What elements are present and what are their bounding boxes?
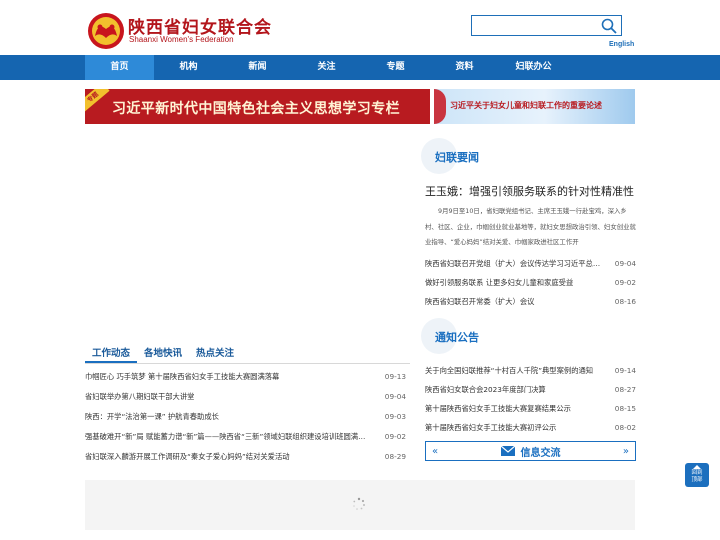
banner-swoosh — [434, 89, 446, 124]
news-item-title: 做好引领服务联系 让更多妇女儿童和家庭受益 — [425, 278, 574, 287]
notice-item[interactable]: 陕西省妇女联合会2023年度部门决算 08-27 — [425, 385, 636, 401]
banner-right-text: 习近平关于妇女儿童和妇联工作的重要论述 — [450, 101, 602, 110]
list-item-title: 强基破难开“新”局 赋能蓄力谱“新”篇——陕西省“三新”领域妇联组织建设培训班圆… — [85, 432, 370, 441]
next-arrow-icon[interactable]: » — [623, 446, 629, 457]
notice-item[interactable]: 第十届陕西省妇女手工技能大赛初评公示 08-02 — [425, 423, 636, 439]
news-item[interactable]: 陕西省妇联召开常委（扩大）会议 08-16 — [425, 297, 636, 313]
notice-item-date: 08-27 — [614, 385, 636, 394]
news-item-title: 陕西省妇联召开党组（扩大）会议传达学习习近平总书记 — [425, 259, 602, 268]
list-item[interactable]: 陕西：开学“法治第一课” 护航青春助成长 09-03 — [85, 412, 406, 428]
list-item[interactable]: 省妇联举办第八期妇联干部大讲堂 09-04 — [85, 392, 406, 408]
news-item[interactable]: 做好引领服务联系 让更多妇女儿童和家庭受益 09-02 — [425, 278, 636, 294]
list-item-date: 09-04 — [384, 392, 406, 401]
back-to-top-line2: 顶部 — [691, 477, 703, 483]
news-item-date: 08-16 — [614, 297, 636, 306]
xi-thought-banner[interactable]: 专题 习近平新时代中国特色社会主义思想学习专栏 — [85, 89, 430, 124]
english-link[interactable]: English — [609, 41, 634, 48]
list-item-title: 省妇联举办第八期妇联干部大讲堂 — [85, 392, 195, 401]
list-item-date: 09-13 — [384, 372, 406, 381]
news-item[interactable]: 陕西省妇联召开党组（扩大）会议传达学习习近平总书记 09-04 — [425, 259, 636, 275]
back-to-top-label: 回到 顶部 — [685, 470, 709, 484]
news-headline[interactable]: 王玉娥：增强引领服务联系的针对性精准性 — [425, 183, 636, 199]
notice-item-title: 关于向全国妇联推荐“十村百人千院”典型案例的通知 — [425, 366, 594, 375]
notice-item[interactable]: 关于向全国妇联推荐“十村百人千院”典型案例的通知 09-14 — [425, 366, 636, 382]
nav-item-office[interactable]: 妇联办公 — [499, 55, 568, 80]
notice-item-date: 09-14 — [614, 366, 636, 375]
news-item-date: 09-04 — [614, 259, 636, 268]
news-summary: 9月9日至10日，省妇联党组书记、主席王玉娥一行赴宝鸡，深入乡村、社区、企业，巾… — [425, 207, 636, 246]
notice-item-title: 陕西省妇女联合会2023年度部门决算 — [425, 385, 546, 394]
banner-left-text: 习近平新时代中国特色社会主义思想学习专栏 — [112, 101, 400, 117]
search-box — [471, 15, 622, 38]
back-to-top-line1: 回到 — [691, 470, 703, 476]
envelope-icon — [500, 446, 515, 456]
brand-name-english: Shaanxi Women's Federation — [129, 35, 234, 44]
nav-item-organization[interactable]: 机构 — [154, 55, 223, 80]
list-item-date: 08-29 — [384, 452, 406, 461]
news-item-title: 陕西省妇联召开常委（扩大）会议 — [425, 297, 535, 306]
notices-title: 通知公告 — [435, 331, 479, 344]
tab-local-news[interactable]: 各地快讯 — [137, 344, 189, 363]
prev-arrow-icon[interactable]: « — [432, 446, 438, 457]
federation-news-title: 妇联要闻 — [435, 151, 479, 164]
tab-work-updates[interactable]: 工作动态 — [85, 344, 138, 363]
list-item-title: 陕西：开学“法治第一课” 护航青春助成长 — [85, 412, 219, 421]
federation-logo-icon[interactable] — [86, 12, 126, 50]
info-exchange-button[interactable]: 信息交流 — [500, 444, 561, 459]
banner-tag: 专题 — [85, 89, 110, 113]
notice-item-date: 08-15 — [614, 404, 636, 413]
list-item-title: 巾帼匠心 巧手筑梦 第十届陕西省妇女手工技能大赛圆满落幕 — [85, 372, 280, 381]
women-children-banner[interactable]: 习近平关于妇女儿童和妇联工作的重要论述 — [434, 89, 635, 124]
nav-item-home[interactable]: 首页 — [85, 55, 154, 80]
list-item-date: 09-02 — [384, 432, 406, 441]
info-exchange-bar: « 信息交流 » — [425, 441, 636, 461]
list-item-title: 省妇联深入麟游开展工作调研及“秦女子爱心妈妈”结对关爱活动 — [85, 452, 290, 461]
federation-news-heading: 妇联要闻 — [421, 138, 636, 174]
list-item-date: 09-03 — [384, 412, 406, 421]
list-item[interactable]: 巾帼匠心 巧手筑梦 第十届陕西省妇女手工技能大赛圆满落幕 09-13 — [85, 372, 406, 388]
list-item[interactable]: 强基破难开“新”局 赋能蓄力谱“新”篇——陕西省“三新”领域妇联组织建设培训班圆… — [85, 432, 406, 448]
tab-hot-topics[interactable]: 热点关注 — [189, 344, 241, 363]
loading-spinner-icon — [353, 497, 365, 510]
nav-item-focus[interactable]: 关注 — [292, 55, 361, 80]
search-icon[interactable] — [601, 18, 617, 34]
back-to-top-button[interactable]: 回到 顶部 — [685, 463, 709, 487]
work-tabs: 工作动态 各地快讯 热点关注 — [85, 344, 410, 364]
page: 陕西省妇女联合会 Shaanxi Women's Federation Engl… — [0, 0, 720, 540]
main-nav: 首页 机构 新闻 关注 专题 资料 妇联办公 — [0, 55, 720, 80]
notice-item-date: 08-02 — [614, 423, 636, 432]
list-item[interactable]: 省妇联深入麟游开展工作调研及“秦女子爱心妈妈”结对关爱活动 08-29 — [85, 452, 406, 468]
notice-item-title: 第十届陕西省妇女手工技能大赛复赛结果公示 — [425, 404, 571, 413]
nav-item-news[interactable]: 新闻 — [223, 55, 292, 80]
up-arrow-icon — [693, 465, 701, 469]
notices-heading: 通知公告 — [421, 318, 636, 354]
info-exchange-label: 信息交流 — [520, 447, 561, 459]
nav-item-topics[interactable]: 专题 — [361, 55, 430, 80]
notice-item-title: 第十届陕西省妇女手工技能大赛初评公示 — [425, 423, 557, 432]
news-item-date: 09-02 — [614, 278, 636, 287]
search-input[interactable] — [472, 18, 597, 38]
nav-item-resources[interactable]: 资料 — [430, 55, 499, 80]
notice-item[interactable]: 第十届陕西省妇女手工技能大赛复赛结果公示 08-15 — [425, 404, 636, 420]
